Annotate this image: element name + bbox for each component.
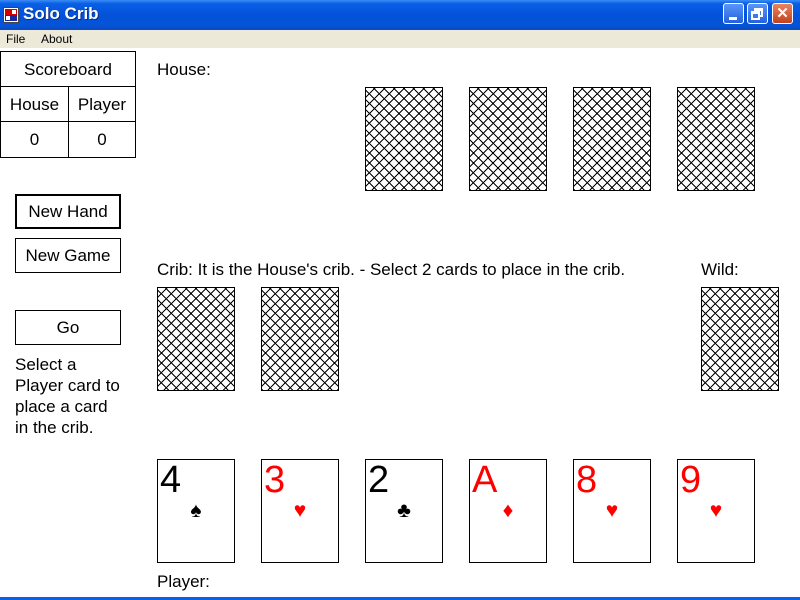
house-card [573, 87, 651, 191]
title-bar[interactable]: Solo Crib ✕ [0, 0, 800, 30]
player-card[interactable]: 8 ♥ [573, 459, 651, 563]
restore-icon-back [751, 11, 760, 20]
club-icon: ♣ [397, 499, 411, 522]
player-card[interactable]: 2 ♣ [365, 459, 443, 563]
wild-card [701, 287, 779, 391]
go-button[interactable]: Go [15, 310, 121, 345]
player-card[interactable]: 3 ♥ [261, 459, 339, 563]
heart-icon: ♥ [293, 499, 307, 522]
house-header: House [1, 87, 69, 122]
house-card [677, 87, 755, 191]
player-card[interactable]: 9 ♥ [677, 459, 755, 563]
crib-card [261, 287, 339, 391]
restore-button[interactable] [747, 3, 768, 24]
player-score: 0 [97, 130, 107, 149]
house-card [469, 87, 547, 191]
close-icon: ✕ [776, 5, 789, 22]
player-header: Player [69, 87, 135, 122]
new-hand-button[interactable]: New Hand [15, 194, 121, 229]
card-rank: 9 [680, 459, 702, 501]
player-card[interactable]: A ♦ [469, 459, 547, 563]
minimize-icon [729, 17, 737, 20]
new-game-button[interactable]: New Game [15, 238, 121, 273]
app-icon[interactable] [3, 7, 19, 23]
player-card[interactable]: 4 ♠ [157, 459, 235, 563]
heart-icon: ♥ [709, 499, 723, 522]
minimize-button[interactable] [723, 3, 744, 24]
diamond-icon: ♦ [502, 499, 514, 522]
card-rank: 3 [264, 459, 286, 501]
wild-label: Wild: [701, 260, 739, 279]
close-button[interactable]: ✕ [772, 3, 793, 24]
scoreboard-title: Scoreboard [1, 52, 135, 87]
scoreboard: Scoreboard House Player 0 0 [0, 51, 136, 158]
house-score: 0 [1, 122, 69, 157]
card-rank: 8 [576, 459, 598, 501]
window-title: Solo Crib [23, 4, 99, 23]
crib-card [157, 287, 235, 391]
menu-file[interactable]: File [6, 32, 25, 46]
house-label: House: [157, 60, 211, 79]
menu-about[interactable]: About [41, 32, 72, 46]
card-rank: 4 [160, 459, 182, 501]
instructions-text: Select a Player card to place a card in … [15, 355, 120, 437]
house-card [365, 87, 443, 191]
crib-label: Crib: It is the House's crib. - Select 2… [157, 260, 626, 279]
card-rank: 2 [368, 459, 390, 501]
spade-icon: ♠ [190, 499, 202, 522]
card-rank: A [472, 459, 498, 501]
heart-icon: ♥ [605, 499, 619, 522]
menu-bar: File About [0, 30, 800, 48]
player-label: Player: [157, 572, 210, 591]
